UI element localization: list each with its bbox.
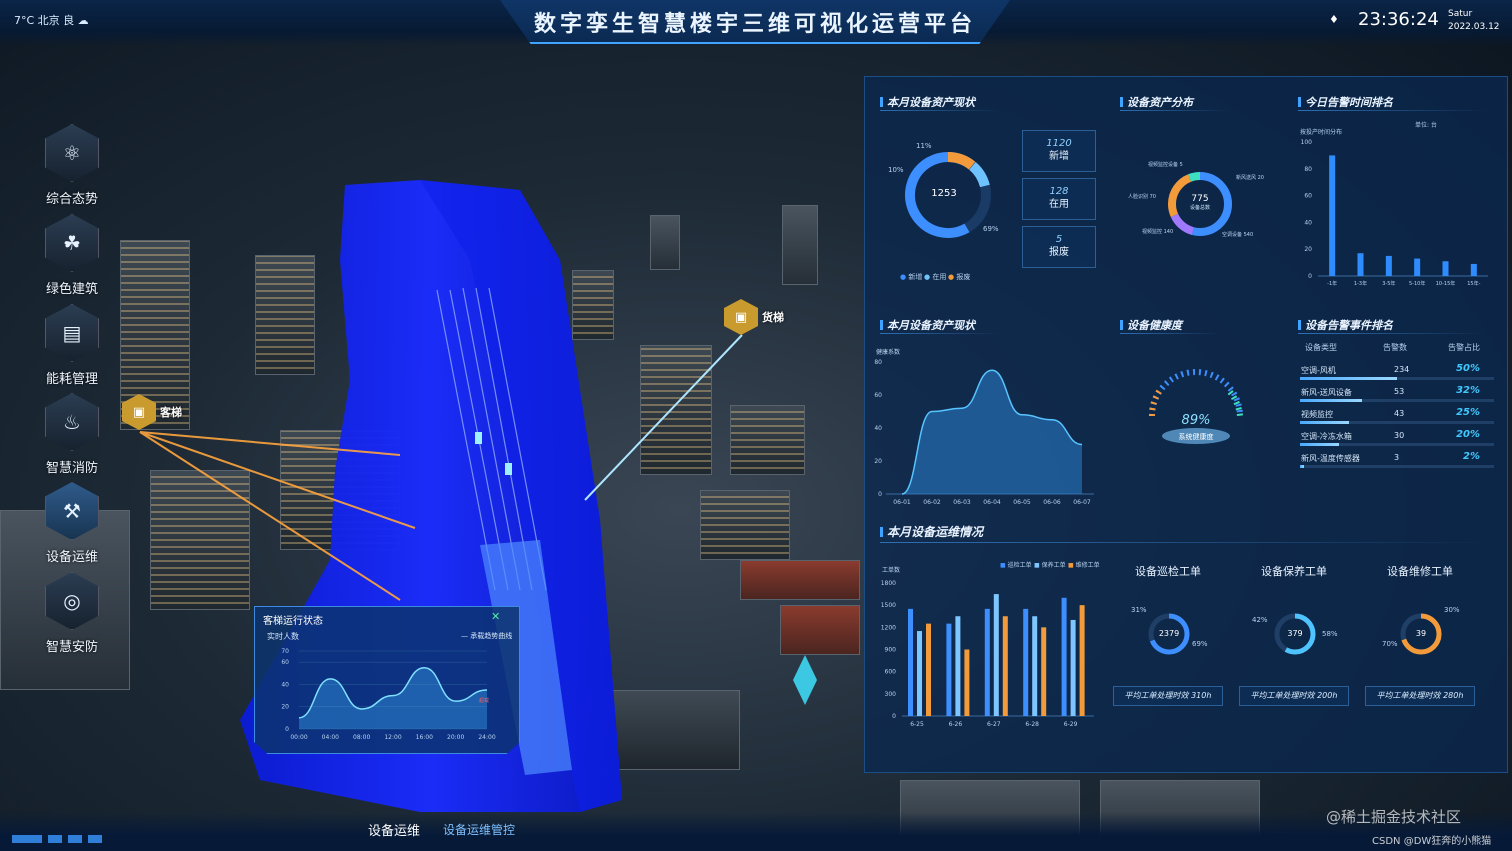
y-tick-label: 0 [892,713,896,720]
bar [1041,627,1047,716]
x-tick-label: 6-26 [949,721,963,728]
watermark: @稀土掘金技术社区 [1326,808,1462,826]
bottom-tab-active[interactable]: 设备运维 [368,820,420,839]
wo-repair-title: 设备维修工单 [1387,565,1453,578]
bar [993,594,999,716]
bottom-tab-sub[interactable]: 设备运维管控 [443,821,515,838]
progress-segment [48,835,62,843]
maintenance-chart: 1800 1500 1200 900 600 300 0 6-25 6-26 6-27 6-28 6-… [881,580,1094,728]
bar [984,608,990,716]
wo-inspect-title: 设备巡检工单 [1135,565,1201,578]
wo-repair-avg: 平均工单处理时效 280h [1365,686,1475,706]
wo-upkeep-value: 379 [1287,629,1303,638]
bar [964,649,970,716]
wo-pct: 69% [1192,640,1208,648]
y-tick-label: 1200 [881,624,896,631]
bar [946,623,952,716]
watermark: CSDN @DW狂奔的小熊猫 [1372,836,1492,847]
progress-segment [12,835,42,843]
bar [955,616,961,716]
y-tick-label: 1800 [881,580,896,587]
bar [1079,605,1085,716]
x-tick-label: 6-28 [1025,721,1039,728]
bottom-bar [0,812,1512,851]
bar [917,631,922,716]
wo-pct: 30% [1444,606,1460,614]
bar [1023,608,1029,716]
wo-upkeep-title: 设备保养工单 [1261,565,1327,578]
y-tick-label: 900 [885,647,897,654]
bar [1070,619,1076,716]
wo-inspect-avg: 平均工单处理时效 310h [1113,686,1223,706]
wo-pct: 31% [1131,606,1147,614]
wo-repair-value: 39 [1415,629,1427,638]
x-tick-label: 6-27 [987,721,1001,728]
bar [1002,616,1008,716]
bar [1032,616,1038,716]
x-tick-label: 6-29 [1064,721,1078,728]
progress-segment [68,835,82,843]
wo-pct: 58% [1322,630,1338,638]
y-tick-label: 1500 [881,602,896,609]
progress-segment [88,835,102,843]
wo-pct: 42% [1252,616,1268,624]
bar [1061,597,1067,716]
y-tick-label: 600 [885,669,897,676]
wo-pct: 70% [1382,640,1398,648]
bar [926,623,931,716]
bar [908,608,913,716]
wo-upkeep-avg: 平均工单处理时效 200h [1239,686,1349,706]
wo-inspect-value: 2379 [1158,629,1180,638]
y-tick-label: 300 [885,691,897,698]
x-tick-label: 6-25 [910,721,924,728]
